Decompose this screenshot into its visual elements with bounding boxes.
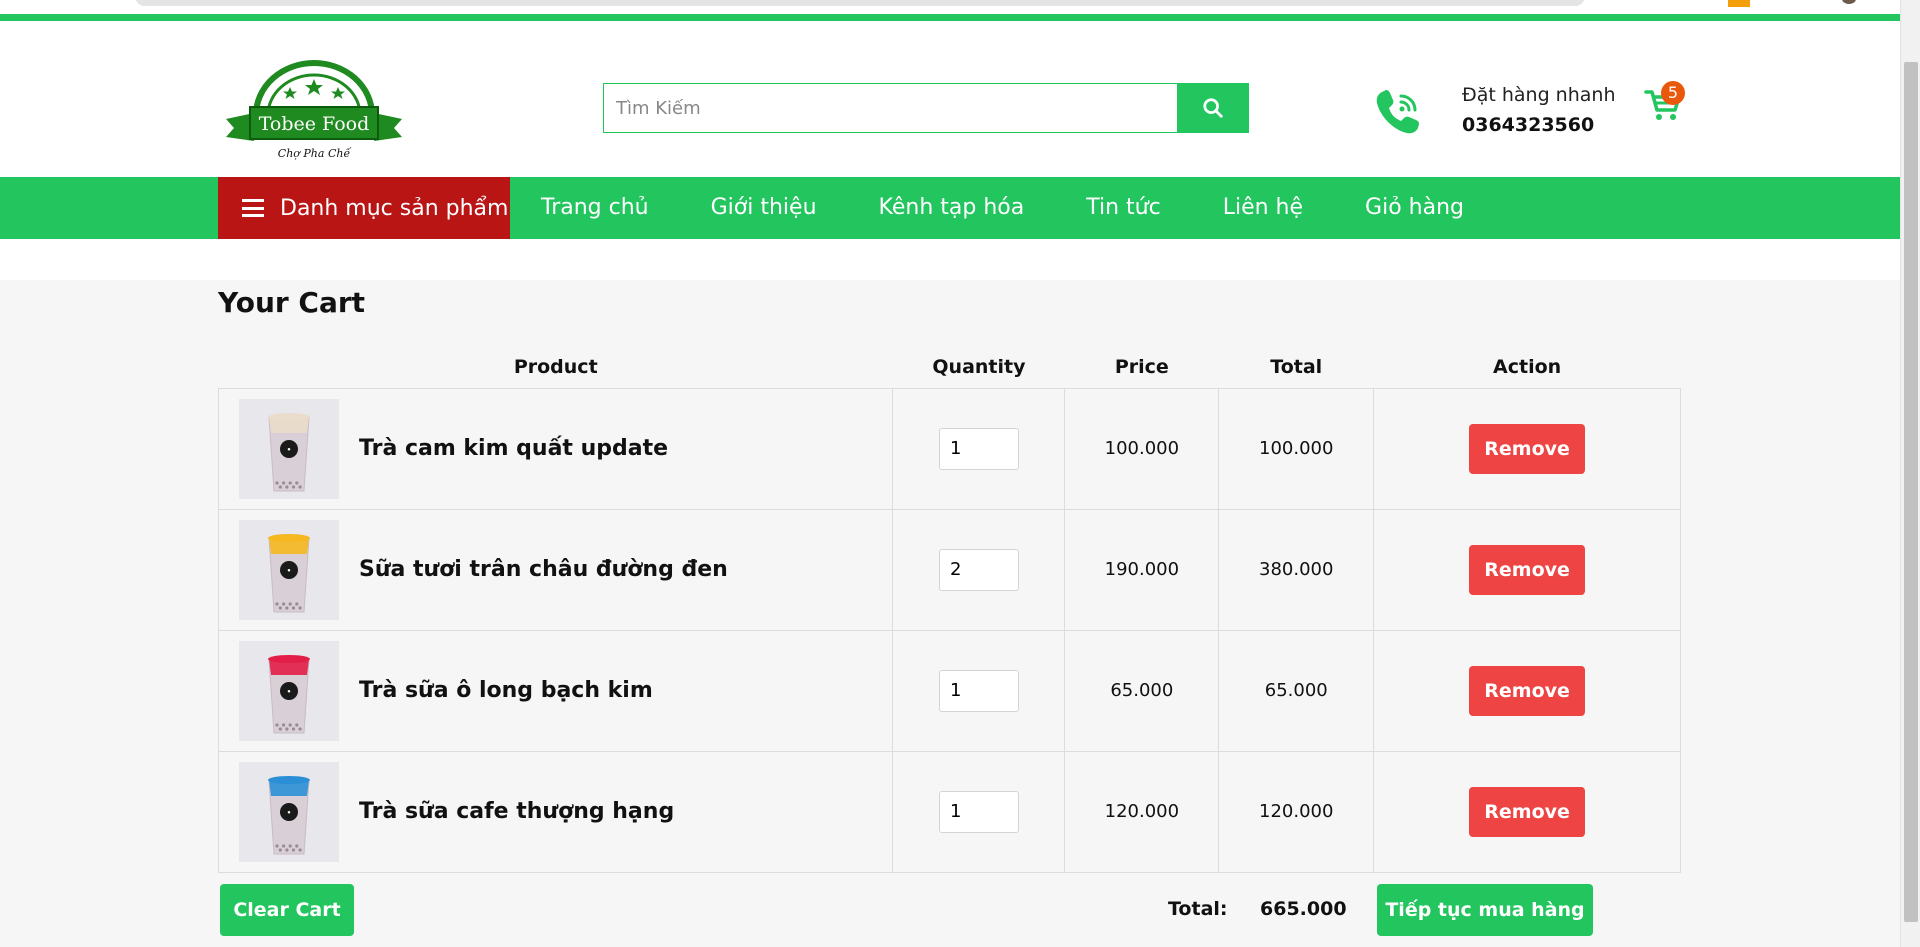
remove-button[interactable]: Remove <box>1469 665 1586 716</box>
price-cell: 100.000 <box>1064 387 1220 510</box>
search-input[interactable] <box>603 83 1177 133</box>
nav-item-grocery[interactable]: Kênh tạp hóa <box>848 177 1056 239</box>
header-price: Price <box>1114 355 1169 378</box>
table-row: • Trà sữa ô long bạch kim 65.000 65.000 … <box>217 629 1681 752</box>
product-cell: • Trà sữa cafe thượng hạng <box>217 750 894 873</box>
price-cell: 65.000 <box>1064 629 1220 752</box>
cart-table-header: Product Quantity Price Total Action <box>219 346 1681 388</box>
total-cell: 380.000 <box>1218 508 1375 631</box>
nav-item-contact[interactable]: Liên hệ <box>1192 177 1334 239</box>
total-cell: 65.000 <box>1218 629 1375 752</box>
header-product: Product <box>513 355 598 378</box>
top-bar-pill <box>135 0 1585 6</box>
quick-order-contact: Đặt hàng nhanh 0364323560 <box>1462 84 1616 136</box>
svg-text:•: • <box>287 688 291 696</box>
nav-links: Trang chủ Giới thiệu Kênh tạp hóa Tin tứ… <box>510 177 1495 239</box>
svg-text:•: • <box>287 446 291 454</box>
product-name[interactable]: Trà sữa ô long bạch kim <box>359 678 653 703</box>
svg-text:•: • <box>287 567 291 575</box>
quantity-cell <box>892 508 1066 631</box>
cart-table: Product Quantity Price Total Action • Tr… <box>217 346 1681 873</box>
table-row: • Trà cam kim quất update 100.000 100.00… <box>217 387 1681 510</box>
nav-item-cart[interactable]: Giỏ hàng <box>1334 177 1495 239</box>
clear-cart-button[interactable]: Clear Cart <box>220 884 354 936</box>
table-row: • Trà sữa cafe thượng hạng 120.000 120.0… <box>217 750 1681 873</box>
quick-order-phone[interactable]: 0364323560 <box>1462 114 1616 136</box>
header-total: Total <box>1270 355 1323 378</box>
header-quantity: Quantity <box>932 355 1026 378</box>
cart-section: Your Cart Product Quantity Price Total A… <box>0 280 1900 947</box>
search-button[interactable] <box>1177 83 1249 133</box>
remove-button[interactable]: Remove <box>1469 544 1586 595</box>
product-image[interactable]: • <box>239 761 339 862</box>
price-cell: 120.000 <box>1064 750 1220 873</box>
quantity-cell <box>892 629 1066 752</box>
continue-shopping-button[interactable]: Tiếp tục mua hàng <box>1377 884 1593 936</box>
action-cell: Remove <box>1373 508 1681 631</box>
total-cell: 120.000 <box>1218 750 1375 873</box>
product-name[interactable]: Trà cam kim quất update <box>359 436 668 461</box>
top-accent-line <box>0 14 1900 21</box>
product-image[interactable]: • <box>239 398 339 499</box>
table-row: • Sữa tươi trân châu đường đen 190.000 3… <box>217 508 1681 631</box>
product-cup-illustration: • <box>268 412 310 491</box>
product-cup-illustration: • <box>268 533 310 612</box>
product-cup-illustration: • <box>268 654 310 733</box>
action-cell: Remove <box>1373 750 1681 873</box>
category-menu-label: Danh mục sản phẩm <box>280 195 509 221</box>
remove-button[interactable]: Remove <box>1469 786 1586 837</box>
remove-button[interactable]: Remove <box>1469 423 1586 474</box>
quantity-input[interactable] <box>938 790 1019 833</box>
svg-text:•: • <box>287 809 291 817</box>
scrollbar-thumb[interactable] <box>1904 62 1918 922</box>
browser-top-strip <box>0 0 1900 22</box>
quantity-input[interactable] <box>938 548 1019 591</box>
page-title: Your Cart <box>218 286 366 319</box>
page-scrollbar[interactable] <box>1900 0 1920 947</box>
product-cell: • Trà sữa ô long bạch kim <box>217 629 894 752</box>
extension-badge <box>1728 0 1750 7</box>
header-action: Action <box>1493 355 1562 378</box>
site-logo[interactable]: Tobee Food Chợ Pha Chế <box>226 57 402 165</box>
phone-icon[interactable] <box>1373 86 1425 138</box>
logo-subtext: Chợ Pha Chế <box>278 147 352 160</box>
nav-item-about[interactable]: Giới thiệu <box>680 177 848 239</box>
menu-icon <box>242 199 264 217</box>
search-bar <box>603 83 1249 133</box>
grand-total-label: Total: <box>1168 898 1228 920</box>
logo-text: Tobee Food <box>259 113 370 135</box>
product-cup-illustration: • <box>268 775 310 854</box>
action-cell: Remove <box>1373 629 1681 752</box>
quick-order-label: Đặt hàng nhanh <box>1462 84 1616 106</box>
product-cell: • Trà cam kim quất update <box>217 387 894 510</box>
product-name[interactable]: Trà sữa cafe thượng hạng <box>359 799 674 824</box>
search-icon <box>1203 98 1223 118</box>
price-cell: 190.000 <box>1064 508 1220 631</box>
nav-item-home[interactable]: Trang chủ <box>510 177 680 239</box>
nav-item-news[interactable]: Tin tức <box>1055 177 1191 239</box>
quantity-input[interactable] <box>938 427 1019 470</box>
cart-count-badge: 5 <box>1661 81 1685 105</box>
quantity-cell <box>892 750 1066 873</box>
category-menu-button[interactable]: Danh mục sản phẩm <box>218 177 510 239</box>
total-cell: 100.000 <box>1218 387 1375 510</box>
product-image[interactable]: • <box>239 640 339 741</box>
profile-dot <box>1842 0 1856 4</box>
product-image[interactable]: • <box>239 519 339 620</box>
product-name[interactable]: Sữa tươi trân châu đường đen <box>359 557 728 582</box>
cart-footer: Clear Cart Total: 665.000 Tiếp tục mua h… <box>218 884 1681 936</box>
main-nav: Danh mục sản phẩm Trang chủ Giới thiệu K… <box>0 177 1900 239</box>
quantity-input[interactable] <box>938 669 1019 712</box>
site-header: Tobee Food Chợ Pha Chế Đặt hàng nhanh 03… <box>0 22 1900 177</box>
grand-total-value: 665.000 <box>1260 898 1347 920</box>
product-cell: • Sữa tươi trân châu đường đen <box>217 508 894 631</box>
quantity-cell <box>892 387 1066 510</box>
action-cell: Remove <box>1373 387 1681 510</box>
